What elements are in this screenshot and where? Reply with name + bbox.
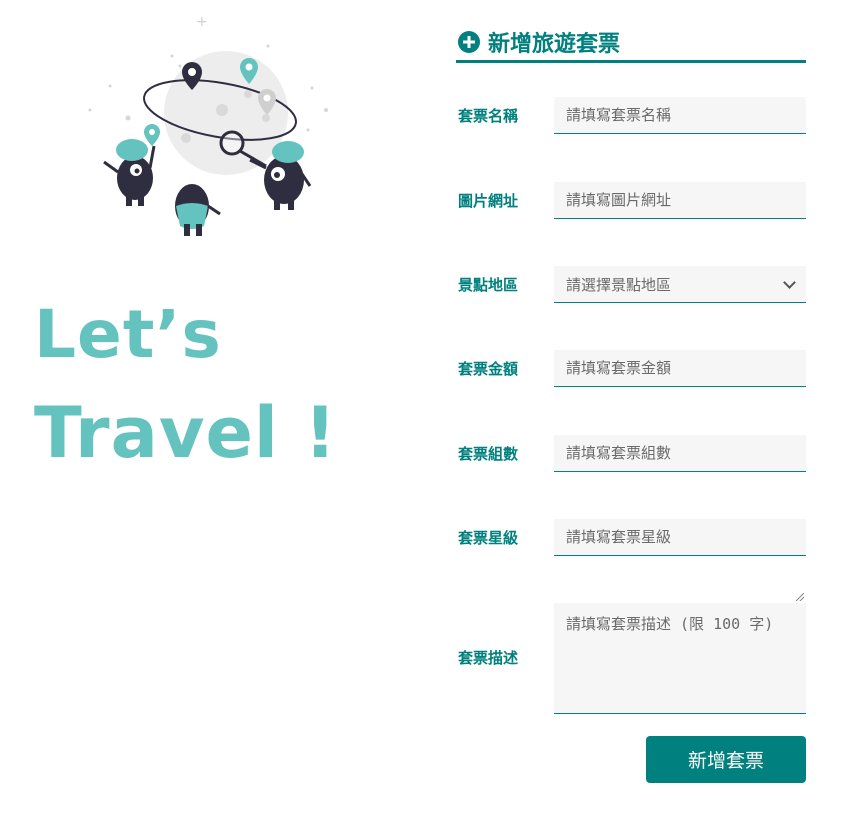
description-textarea[interactable] — [554, 603, 806, 714]
rate-input[interactable] — [554, 519, 806, 556]
rate-label: 套票星級 — [458, 529, 519, 547]
add-ticket-button[interactable]: 新增套票 — [646, 736, 806, 783]
hero-text-line1: Let’s — [34, 296, 222, 373]
area-select[interactable]: 請選擇景點地區 — [554, 266, 806, 303]
ticket-name-label: 套票名稱 — [458, 107, 519, 125]
resize-handle-icon[interactable] — [796, 593, 804, 601]
ticket-name-input[interactable] — [554, 97, 806, 134]
image-url-label: 圖片網址 — [458, 192, 519, 210]
svg-text:+: + — [196, 14, 208, 30]
chevron-down-icon — [783, 275, 796, 289]
description-label: 套票描述 — [458, 649, 519, 667]
hero-text-line2: Travel ! — [34, 392, 338, 474]
area-select-value: 請選擇景點地區 — [566, 275, 672, 294]
travel-illustration: + — [88, 14, 328, 236]
image-url-input[interactable] — [554, 182, 806, 219]
area-label: 景點地區 — [458, 276, 519, 294]
price-input[interactable] — [554, 350, 806, 387]
group-input[interactable] — [554, 435, 806, 472]
group-label: 套票組數 — [458, 445, 519, 463]
price-label: 套票金額 — [458, 360, 519, 378]
